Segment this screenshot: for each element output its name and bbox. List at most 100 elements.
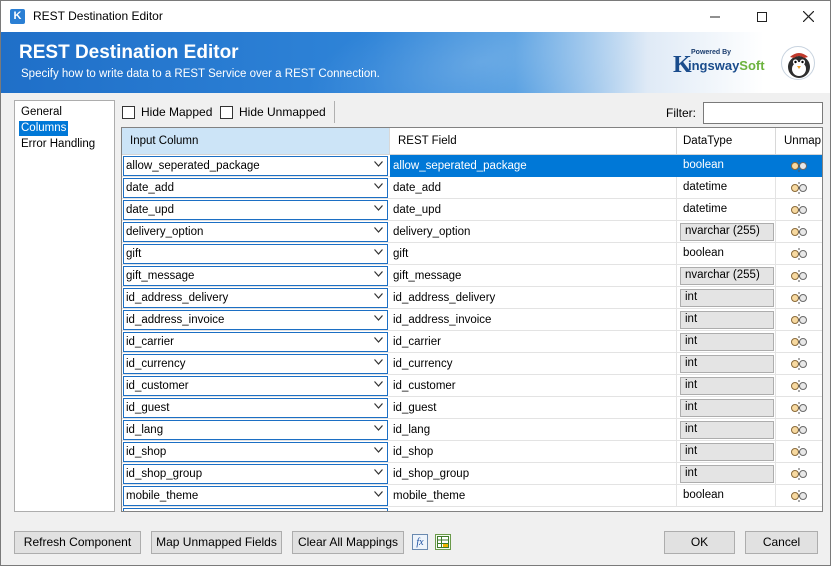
datatype-value: int <box>685 313 698 325</box>
maximize-button[interactable] <box>739 1 785 32</box>
input-column-select[interactable]: id_shop <box>123 442 388 462</box>
input-column-select[interactable]: gift_message <box>123 266 388 286</box>
datatype-cell[interactable]: int <box>677 287 776 309</box>
unmap-button[interactable] <box>776 287 822 309</box>
chevron-down-icon[interactable] <box>374 379 383 390</box>
fx-icon[interactable]: fx <box>412 534 428 550</box>
cancel-button[interactable]: Cancel <box>745 531 818 554</box>
ok-button[interactable]: OK <box>664 531 735 554</box>
chevron-down-icon[interactable] <box>374 313 383 324</box>
hide-unmapped-checkbox-box[interactable] <box>220 105 233 119</box>
chevron-down-icon[interactable] <box>374 247 383 258</box>
chevron-down-icon[interactable] <box>374 181 383 192</box>
unmap-button[interactable] <box>776 397 822 419</box>
input-column-select[interactable]: date_add <box>123 178 388 198</box>
unmap-button[interactable] <box>776 221 822 243</box>
chevron-down-icon[interactable] <box>374 423 383 434</box>
chevron-down-icon[interactable] <box>374 159 383 170</box>
datatype-cell[interactable]: nvarchar (255) <box>677 265 776 287</box>
clear-all-mappings-button[interactable]: Clear All Mappings <box>292 531 404 554</box>
input-column-select[interactable]: gift <box>123 244 388 264</box>
input-column-select[interactable]: date_upd <box>123 200 388 220</box>
chevron-down-icon[interactable] <box>374 335 383 346</box>
table-row[interactable]: id_carrier id_carrier int <box>122 331 822 353</box>
hide-unmapped-checkbox[interactable]: Hide Unmapped <box>220 105 326 119</box>
hide-mapped-checkbox-box[interactable] <box>122 105 135 119</box>
datatype-cell[interactable]: int <box>677 353 776 375</box>
nav-item-error-handling[interactable]: Error Handling <box>19 137 97 152</box>
datatype-cell[interactable]: int <box>677 331 776 353</box>
page-nav-list: General Columns Error Handling <box>14 100 115 512</box>
header-datatype[interactable]: DataType <box>677 128 776 154</box>
chevron-down-icon[interactable] <box>374 203 383 214</box>
table-row[interactable]: id_shop id_shop int <box>122 441 822 463</box>
input-column-select[interactable]: id_lang <box>123 420 388 440</box>
table-row[interactable]: date_add date_add datetime <box>122 177 822 199</box>
input-column-select[interactable]: allow_seperated_package <box>123 156 388 176</box>
input-column-select[interactable]: id_address_delivery <box>123 288 388 308</box>
chevron-down-icon[interactable] <box>374 467 383 478</box>
input-column-select[interactable]: id_guest <box>123 398 388 418</box>
map-unmapped-fields-button[interactable]: Map Unmapped Fields <box>151 531 282 554</box>
table-row[interactable]: date_upd date_upd datetime <box>122 199 822 221</box>
datatype-cell[interactable]: int <box>677 441 776 463</box>
filter-input[interactable] <box>703 102 823 124</box>
nav-item-columns[interactable]: Columns <box>19 121 69 136</box>
chevron-down-icon[interactable] <box>374 357 383 368</box>
table-row[interactable]: id_shop_group id_shop_group int <box>122 463 822 485</box>
input-column-select[interactable]: id_address_invoice <box>123 310 388 330</box>
input-column-select[interactable]: id_customer <box>123 376 388 396</box>
unmap-button[interactable] <box>776 265 822 287</box>
input-column-select[interactable]: id_currency <box>123 354 388 374</box>
table-row[interactable]: delivery_option delivery_option nvarchar (… <box>122 221 822 243</box>
table-row[interactable]: id_address_delivery id_address_delivery in… <box>122 287 822 309</box>
unmap-button[interactable] <box>776 441 822 463</box>
input-column-select[interactable]: id_shop_group <box>123 464 388 484</box>
unmap-button[interactable] <box>776 155 822 177</box>
table-row[interactable]: gift_message gift_message nvarchar (255) <box>122 265 822 287</box>
chevron-down-icon[interactable] <box>374 489 383 500</box>
unmap-button[interactable] <box>776 199 822 221</box>
header-unmap[interactable]: Unmap <box>776 128 822 154</box>
table-icon[interactable] <box>435 534 451 550</box>
input-column-select[interactable]: delivery_option <box>123 222 388 242</box>
header-rest-field[interactable]: REST Field <box>390 128 677 154</box>
table-row[interactable]: id_guest id_guest int <box>122 397 822 419</box>
table-row[interactable]: gift gift boolean <box>122 243 822 265</box>
unmap-button[interactable] <box>776 485 822 507</box>
chevron-down-icon[interactable] <box>374 269 383 280</box>
unmap-button[interactable] <box>776 177 822 199</box>
unmap-button[interactable] <box>776 375 822 397</box>
table-row[interactable]: id_lang id_lang int <box>122 419 822 441</box>
table-row[interactable]: id_customer id_customer int <box>122 375 822 397</box>
chevron-down-icon[interactable] <box>374 445 383 456</box>
input-column-select[interactable]: id_carrier <box>123 332 388 352</box>
hide-mapped-checkbox[interactable]: Hide Mapped <box>122 105 212 119</box>
unmap-button[interactable] <box>776 353 822 375</box>
table-row[interactable]: allow_seperated_package allow_seperated_p… <box>122 155 822 177</box>
minimize-button[interactable] <box>692 1 738 32</box>
unmap-button[interactable] <box>776 463 822 485</box>
datatype-cell[interactable]: nvarchar (255) <box>677 221 776 243</box>
input-column-select[interactable] <box>123 508 388 511</box>
chevron-down-icon[interactable] <box>374 291 383 302</box>
table-row[interactable]: id_currency id_currency int <box>122 353 822 375</box>
unmap-button[interactable] <box>776 309 822 331</box>
datatype-cell[interactable]: int <box>677 419 776 441</box>
chevron-down-icon[interactable] <box>374 401 383 412</box>
unmap-button[interactable] <box>776 243 822 265</box>
datatype-cell[interactable]: int <box>677 397 776 419</box>
chevron-down-icon[interactable] <box>374 225 383 236</box>
input-column-select[interactable]: mobile_theme <box>123 486 388 506</box>
datatype-cell[interactable]: int <box>677 375 776 397</box>
refresh-component-button[interactable]: Refresh Component <box>14 531 141 554</box>
unmap-button[interactable] <box>776 331 822 353</box>
close-button[interactable] <box>785 1 831 32</box>
unmap-button[interactable] <box>776 419 822 441</box>
table-row[interactable]: id_address_invoice id_address_invoice int <box>122 309 822 331</box>
table-row[interactable]: mobile_theme mobile_theme boolean <box>122 485 822 507</box>
datatype-cell[interactable]: int <box>677 463 776 485</box>
header-input-column[interactable]: Input Column <box>122 128 390 154</box>
nav-item-general[interactable]: General <box>19 105 64 120</box>
datatype-cell[interactable]: int <box>677 309 776 331</box>
